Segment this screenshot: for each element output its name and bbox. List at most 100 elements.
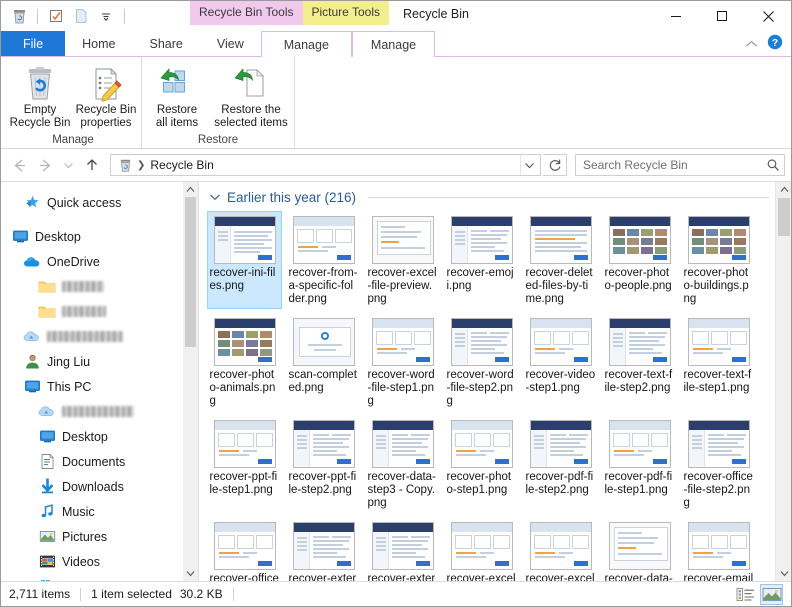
file-tile[interactable]: recover-data-step3 - Copy.png bbox=[365, 415, 440, 513]
sidebar-item-downloads[interactable]: Downloads bbox=[1, 474, 198, 499]
file-tile[interactable]: recover-from-a-specific-folder.png bbox=[286, 211, 361, 309]
search-input[interactable]: Search Recycle Bin bbox=[575, 154, 785, 176]
sidebar-item-quick-access[interactable]: Quick access bbox=[1, 190, 198, 215]
group-header-earlier-this-year[interactable]: Earlier this year (216) bbox=[199, 182, 791, 209]
file-tile[interactable]: recover-excel-file-preview.png bbox=[365, 211, 440, 309]
checkbox-icon[interactable] bbox=[46, 6, 66, 26]
file-thumbnail bbox=[293, 216, 355, 264]
file-tile[interactable]: recover-photo-animals.png bbox=[207, 313, 282, 411]
sidebar-item-desktop[interactable]: Desktop bbox=[1, 224, 198, 249]
recent-locations-button[interactable] bbox=[59, 153, 78, 177]
tab-file[interactable]: File bbox=[1, 31, 65, 56]
contextual-tab-recycle-bin-tools[interactable]: Recycle Bin Tools bbox=[190, 1, 303, 25]
file-tile[interactable]: recover-emoji.png bbox=[444, 211, 519, 309]
address-path-field[interactable]: ❯ Recycle Bin bbox=[110, 154, 541, 176]
contextual-tab-picture-tools[interactable]: Picture Tools bbox=[303, 1, 389, 25]
sidebar-item-onedrive[interactable]: OneDrive bbox=[1, 249, 198, 274]
file-list-scrollbar[interactable] bbox=[775, 182, 791, 581]
back-button[interactable] bbox=[7, 153, 31, 177]
file-tile[interactable]: recover-ppt-file-step1.png bbox=[207, 415, 282, 513]
restore-selected-items-button[interactable]: Restore the selected items bbox=[210, 62, 292, 132]
sidebar-item-label: Desktop bbox=[62, 430, 108, 444]
file-list-pane[interactable]: Earlier this year (216) recover-ini-file… bbox=[199, 182, 791, 581]
file-tile[interactable]: recover-office-file-step2.png bbox=[681, 415, 756, 513]
group-collapse-chevron-icon[interactable] bbox=[209, 192, 221, 204]
tab-manage-recycle-bin[interactable]: Manage bbox=[261, 31, 352, 57]
file-tile[interactable]: recover-photo-buildings.png bbox=[681, 211, 756, 309]
forward-button[interactable] bbox=[33, 153, 57, 177]
file-tile[interactable]: recover-excel-file-step2.png bbox=[444, 517, 519, 581]
search-icon[interactable] bbox=[766, 158, 780, 172]
file-tile[interactable]: recover-data-step1 - Copy.png bbox=[602, 517, 677, 581]
sidebar-item-videos[interactable]: Videos bbox=[1, 549, 198, 574]
restore-all-items-label-2: all items bbox=[156, 117, 198, 130]
window-controls bbox=[653, 1, 791, 31]
sidebar-item-pictures[interactable]: Pictures bbox=[1, 524, 198, 549]
empty-recycle-bin-button[interactable]: Empty Recycle Bin bbox=[7, 62, 73, 132]
file-tile[interactable]: recover-photo-people.png bbox=[602, 211, 677, 309]
sidebar-item-redacted-4[interactable] bbox=[1, 274, 198, 299]
recycle-bin-properties-icon[interactable] bbox=[9, 6, 29, 26]
list-scroll-down-icon[interactable] bbox=[776, 566, 791, 581]
tab-home[interactable]: Home bbox=[65, 31, 132, 56]
tab-share[interactable]: Share bbox=[133, 31, 200, 56]
details-view-icon[interactable] bbox=[734, 584, 757, 605]
file-tile[interactable]: recover-pdf-file-step2.png bbox=[523, 415, 598, 513]
file-tile[interactable]: recover-deleted-files-by-time.png bbox=[523, 211, 598, 309]
sidebar-item-local-disk-c[interactable]: Local Disk (C:) bbox=[1, 574, 198, 581]
file-tile[interactable]: recover-word-file-step2.png bbox=[444, 313, 519, 411]
nav-scroll-down-icon[interactable] bbox=[183, 566, 198, 581]
up-button[interactable] bbox=[80, 153, 104, 177]
help-icon[interactable]: ? bbox=[767, 34, 783, 53]
file-tile[interactable]: recover-word-file-step1.png bbox=[365, 313, 440, 411]
refresh-button[interactable] bbox=[543, 154, 567, 176]
restore-all-items-button[interactable]: Restore all items bbox=[144, 62, 210, 132]
minimize-button[interactable] bbox=[653, 1, 699, 31]
file-tile[interactable]: recover-photo-step1.png bbox=[444, 415, 519, 513]
sidebar-item-jing-liu[interactable]: Jing Liu bbox=[1, 349, 198, 374]
file-thumbnail bbox=[293, 420, 355, 468]
file-tile[interactable]: recover-email-step1.png bbox=[681, 517, 756, 581]
sidebar-item-this-pc[interactable]: This PC bbox=[1, 374, 198, 399]
sidebar-item-music[interactable]: Music bbox=[1, 499, 198, 524]
file-tile[interactable]: recover-excel-file-step1.png bbox=[523, 517, 598, 581]
file-tile[interactable]: recover-external-device-step2.png bbox=[365, 517, 440, 581]
list-scroll-thumb[interactable] bbox=[778, 198, 790, 236]
file-tile[interactable]: recover-ini-files.png bbox=[207, 211, 282, 309]
navigation-scrollbar[interactable] bbox=[183, 182, 198, 581]
nav-scroll-thumb[interactable] bbox=[185, 197, 196, 347]
file-tile[interactable]: recover-external-device-step3.png bbox=[286, 517, 361, 581]
breadcrumb-separator[interactable]: ❯ bbox=[136, 160, 146, 171]
large-icons-view-icon[interactable] bbox=[760, 584, 783, 605]
window-title: Recycle Bin bbox=[389, 1, 469, 21]
file-name-label: recover-text-file-step2.png bbox=[605, 369, 675, 395]
file-tile[interactable]: recover-text-file-step2.png bbox=[602, 313, 677, 411]
tab-view[interactable]: View bbox=[200, 31, 261, 56]
file-thumbnail bbox=[451, 420, 513, 468]
breadcrumb-recycle-bin[interactable]: Recycle Bin bbox=[146, 158, 217, 172]
sidebar-item-redacted-9[interactable] bbox=[1, 399, 198, 424]
sidebar-item-documents[interactable]: Documents bbox=[1, 449, 198, 474]
sidebar-item-redacted-5[interactable] bbox=[1, 299, 198, 324]
recycle-bin-properties-button[interactable]: Recycle Bin properties bbox=[73, 62, 139, 132]
nav-scroll-up-icon[interactable] bbox=[183, 182, 198, 197]
file-thumbnail bbox=[530, 420, 592, 468]
tab-manage-picture[interactable]: Manage bbox=[352, 31, 435, 57]
ribbon-group-label-restore: Restore bbox=[144, 134, 292, 149]
file-tile[interactable]: recover-ppt-file-step2.png bbox=[286, 415, 361, 513]
collapse-ribbon-icon[interactable] bbox=[745, 37, 758, 51]
file-tile[interactable]: recover-video-step1.png bbox=[523, 313, 598, 411]
navigation-list: Quick accessDesktopOneDriveJing LiuThis … bbox=[1, 190, 198, 581]
file-tile[interactable]: scan-completed.png bbox=[286, 313, 361, 411]
address-dropdown-icon[interactable] bbox=[520, 155, 538, 175]
sidebar-item-redacted-6[interactable] bbox=[1, 324, 198, 349]
maximize-button[interactable] bbox=[699, 1, 745, 31]
customize-dropdown-icon[interactable] bbox=[96, 6, 116, 26]
close-button[interactable] bbox=[745, 1, 791, 31]
sidebar-item-desktop[interactable]: Desktop bbox=[1, 424, 198, 449]
list-scroll-up-icon[interactable] bbox=[776, 182, 791, 197]
file-tile[interactable]: recover-pdf-file-step1.png bbox=[602, 415, 677, 513]
file-tile[interactable]: recover-office-file-step1.png bbox=[207, 517, 282, 581]
file-tile[interactable]: recover-text-file-step1.png bbox=[681, 313, 756, 411]
new-item-icon[interactable] bbox=[71, 6, 91, 26]
